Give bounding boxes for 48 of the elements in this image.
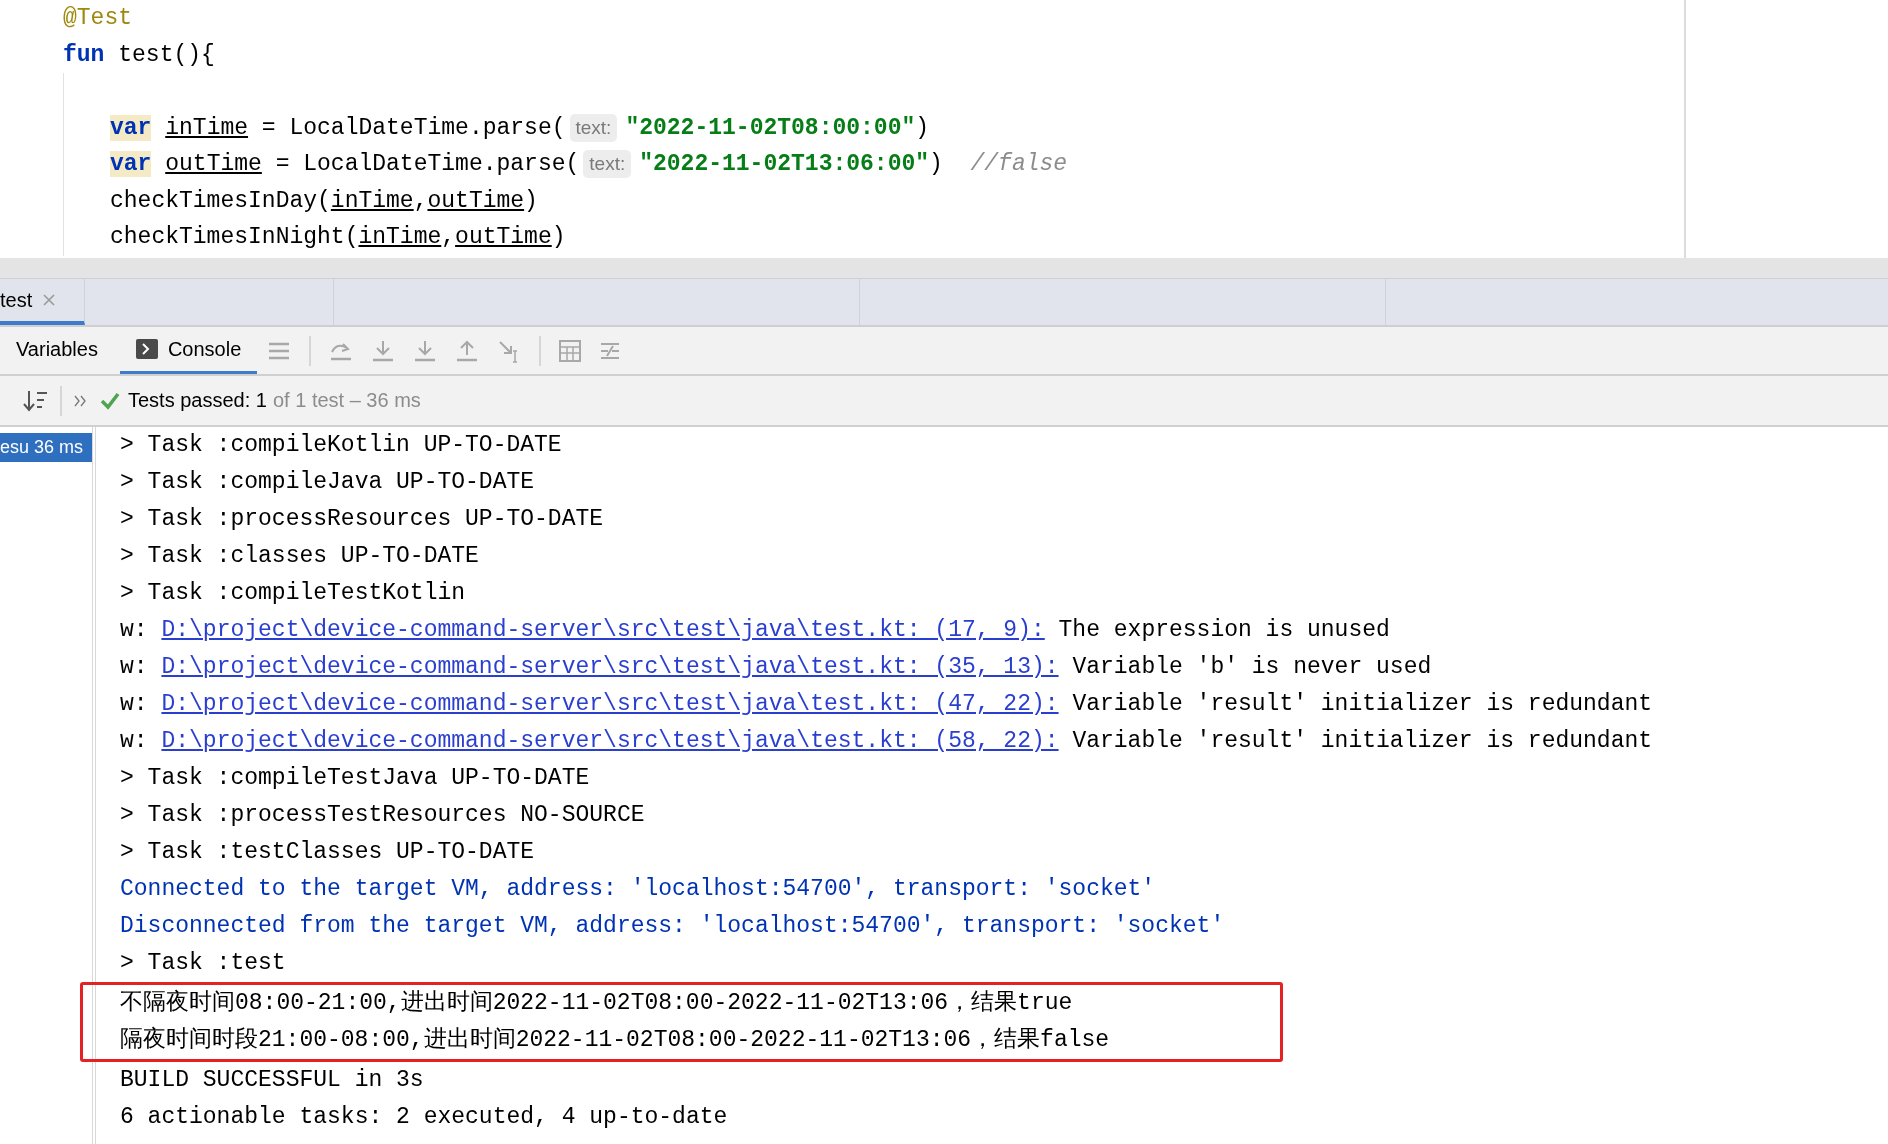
menu-icon[interactable] [267, 340, 292, 361]
code-text: "2022-11-02T08:00:00") [625, 113, 930, 143]
code-text: @Test [63, 4, 132, 33]
console-line: Disconnected from the target VM, address: 'localhost:54700', transport: 'socket' [120, 912, 1226, 941]
scrollbar-track[interactable] [0, 258, 1888, 279]
file-link[interactable]: D:\project\device-command-server\src\test\java\test.kt: (17, 9): [161, 617, 1045, 643]
console-line: > Task :testClasses UP-TO-DATE [120, 838, 536, 867]
sort-icon[interactable] [22, 388, 48, 413]
up-arrow-icon[interactable] [455, 338, 480, 363]
down-arrow-icon[interactable] [371, 338, 396, 363]
console-line: > Task :processTestResources NO-SOURCE [120, 801, 646, 830]
console-line: BUILD SUCCESSFUL in 3s [120, 1066, 425, 1095]
tool-tab[interactable]: Variables [0, 327, 114, 374]
down-arrow-icon[interactable] [413, 338, 438, 363]
file-link[interactable]: D:\project\device-command-server\src\test\java\test.kt: (47, 22): [161, 691, 1059, 717]
code-text: var inTime = LocalDateTime.parse( [110, 113, 566, 143]
table-icon[interactable] [559, 339, 582, 362]
code-text: checkTimesInNight(inTime,outTime) [110, 223, 566, 252]
console-line: > Task :compileTestJava UP-TO-DATE [120, 764, 591, 793]
test-tree-item[interactable]: esu 36 ms [0, 433, 92, 462]
close-icon[interactable] [42, 293, 57, 307]
console-line: > Task :compileKotlin UP-TO-DATE [120, 431, 563, 460]
code-text: fun test(){ [63, 40, 215, 70]
console-line: > Task :compileTestKotlin [120, 579, 467, 608]
test-summary-text: of 1 test – 36 ms [272, 389, 421, 412]
console-line: w: D:\project\device-command-server\src\test\java\test.kt: (47, 22): Variable 'result' initializer is redundant [120, 690, 1653, 719]
double-chevron-icon[interactable] [74, 394, 88, 407]
console-line: 6 actionable tasks: 2 executed, 4 up-to-date [120, 1103, 729, 1132]
code-text: checkTimesInDay(inTime,outTime) [110, 186, 538, 216]
console-line: w: D:\project\device-command-server\src\test\java\test.kt: (17, 9): The expression is unused [120, 616, 1391, 645]
settings-lines-icon[interactable] [599, 340, 622, 361]
console-line: > Task :test [120, 949, 287, 978]
code-text: "2022-11-02T13:06:00") //false [639, 150, 1068, 179]
tests-passed-text: Tests passed: 1 [128, 389, 267, 412]
console-line: w: D:\project\device-command-server\src\test\java\test.kt: (35, 13): Variable 'b' is never used [120, 653, 1433, 682]
console-line: 隔夜时间时段21:00-08:00,进出时间2022-11-02T08:00-2022-11-02T13:06，结果false [120, 1025, 1111, 1055]
file-link[interactable]: D:\project\device-command-server\src\test\java\test.kt: (35, 13): [161, 654, 1059, 680]
file-link[interactable]: D:\project\device-command-server\src\test\java\test.kt: (58, 22): [161, 728, 1059, 754]
inlay-hint: text: [583, 150, 632, 179]
inlay-hint: text: [569, 113, 618, 142]
check-icon [100, 391, 120, 410]
console-line: 不隔夜时间08:00-21:00,进出时间2022-11-02T08:00-2022-11-02T13:06，结果true [120, 988, 1074, 1018]
console-line: > Task :classes UP-TO-DATE [120, 542, 480, 571]
console-line: > Task :compileJava UP-TO-DATE [120, 468, 536, 497]
console-line: > Task :processResources UP-TO-DATE [120, 505, 605, 534]
console-line: w: D:\project\device-command-server\src\test\java\test.kt: (58, 22): Variable 'result' initializer is redundant [120, 727, 1653, 756]
console-line: Connected to the target VM, address: 'localhost:54700', transport: 'socket' [120, 875, 1157, 904]
code-text: var outTime = LocalDateTime.parse( [110, 150, 580, 179]
